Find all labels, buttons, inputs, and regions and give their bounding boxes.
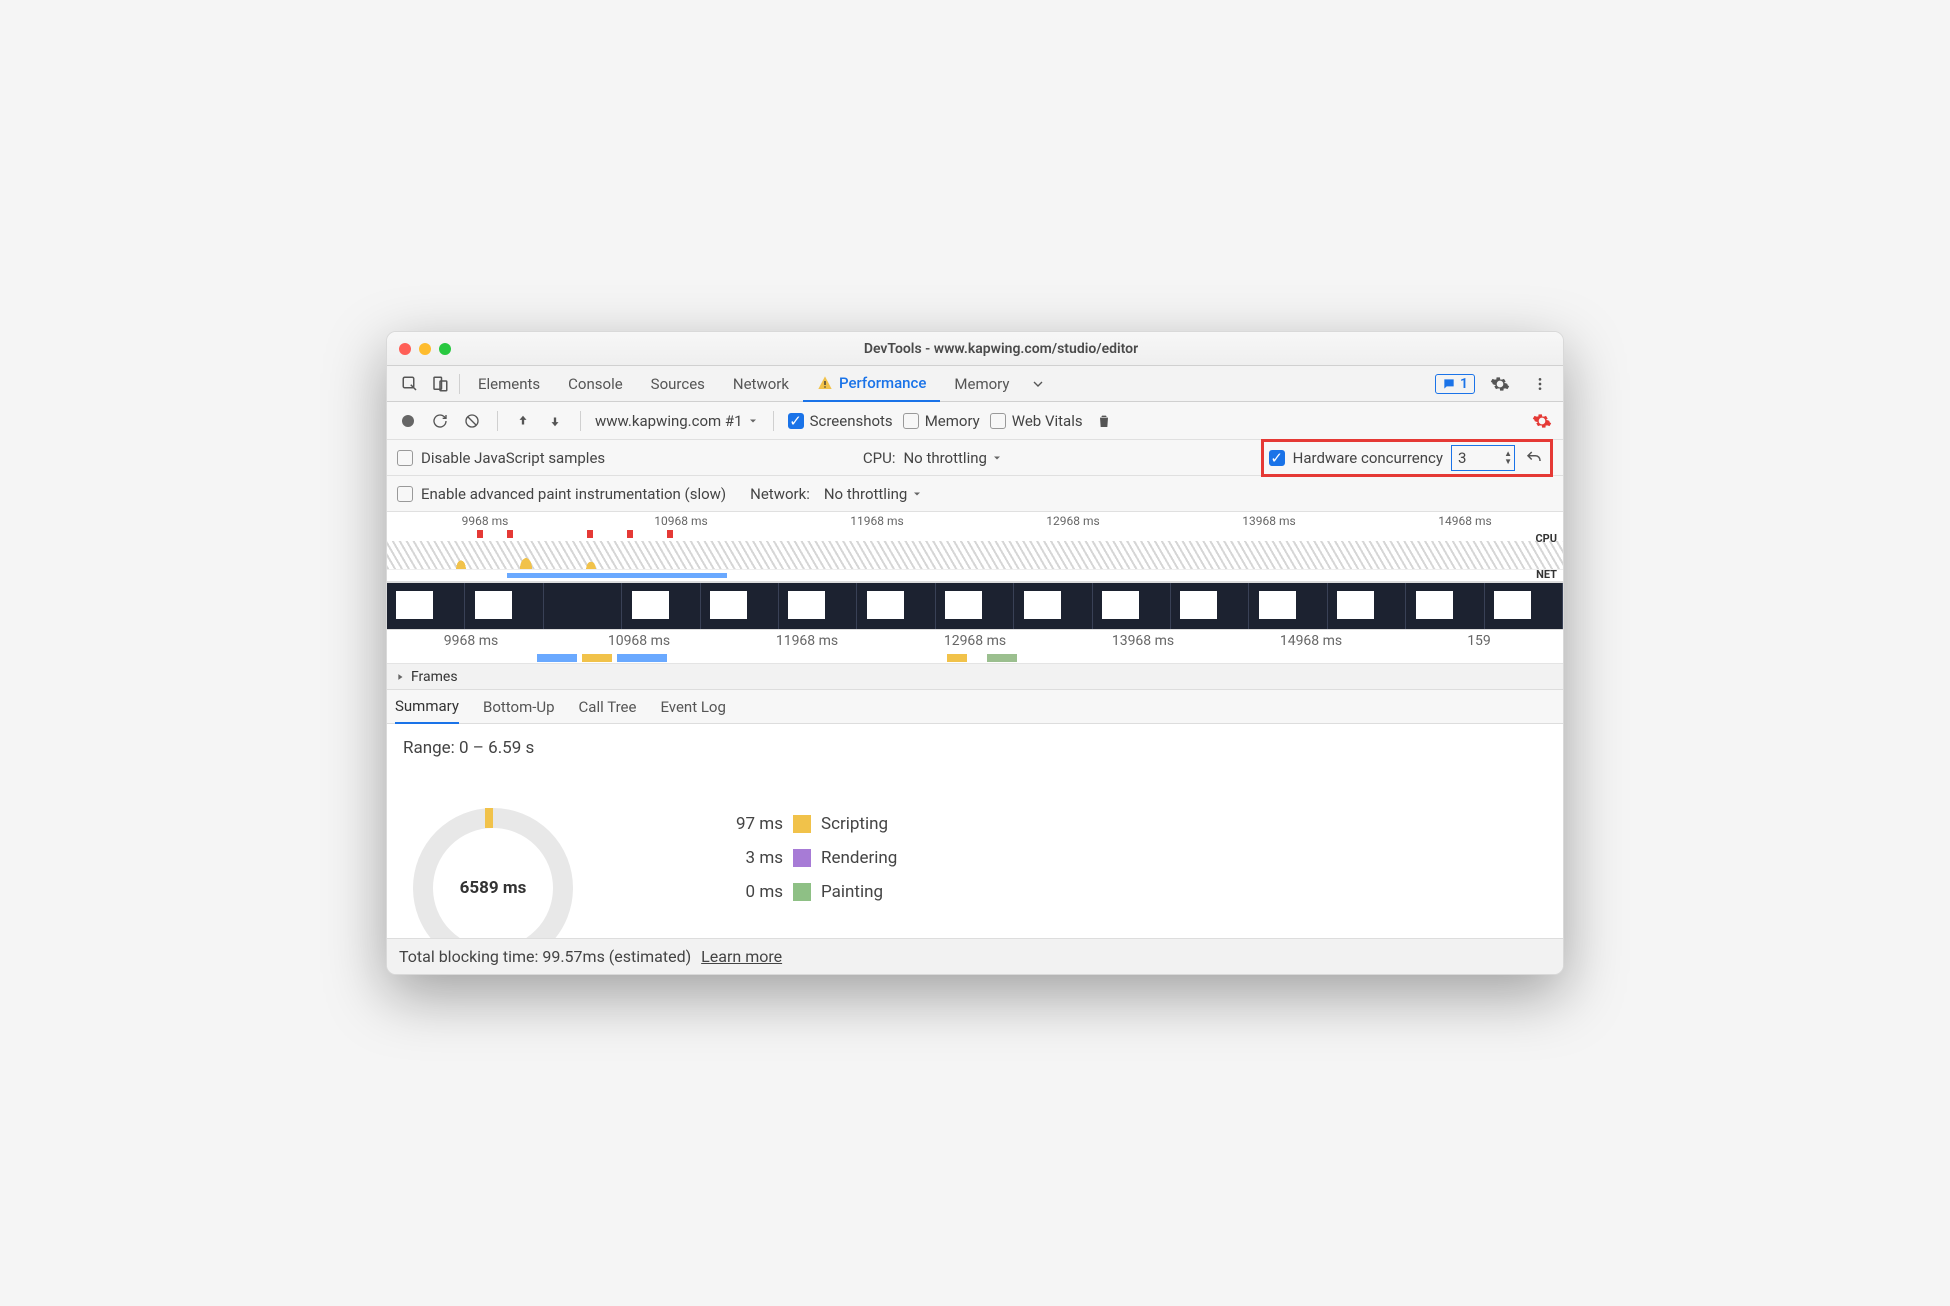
settings-icon[interactable] bbox=[1485, 369, 1515, 399]
net-overview-strip: NET bbox=[387, 570, 1563, 582]
webvitals-toggle[interactable]: Web Vitals bbox=[990, 412, 1083, 430]
target-select[interactable]: www.kapwing.com #1 bbox=[595, 412, 759, 430]
checkbox-off-icon bbox=[397, 486, 413, 502]
dropdown-icon bbox=[991, 452, 1003, 464]
details-subtabs: Summary Bottom-Up Call Tree Event Log bbox=[387, 690, 1563, 724]
hw-concurrency-checkbox[interactable]: ✓ bbox=[1269, 450, 1285, 466]
reload-record-button[interactable] bbox=[429, 410, 451, 432]
legend-painting: 0 msPainting bbox=[723, 875, 897, 909]
summary-legend: 97 msScripting 3 msRendering 0 msPaintin… bbox=[723, 807, 897, 909]
tab-console[interactable]: Console bbox=[554, 366, 637, 402]
devtools-window: DevTools - www.kapwing.com/studio/editor… bbox=[386, 331, 1564, 975]
chat-icon bbox=[1442, 377, 1456, 391]
device-toggle-icon[interactable] bbox=[425, 369, 455, 399]
range-text: Range: 0 – 6.59 s bbox=[403, 738, 1547, 758]
tab-performance[interactable]: Performance bbox=[803, 366, 940, 402]
perf-options-row-2: Enable advanced paint instrumentation (s… bbox=[387, 476, 1563, 512]
cpu-label: CPU: bbox=[863, 449, 896, 467]
footer-bar: Total blocking time: 99.57ms (estimated)… bbox=[387, 938, 1563, 974]
summary-donut-chart: 6589 ms bbox=[403, 778, 603, 938]
screenshots-toggle[interactable]: ✓Screenshots bbox=[788, 412, 893, 430]
kebab-menu-icon[interactable] bbox=[1525, 369, 1555, 399]
tab-sources[interactable]: Sources bbox=[637, 366, 719, 402]
tab-network[interactable]: Network bbox=[719, 366, 803, 402]
tab-memory[interactable]: Memory bbox=[940, 366, 1023, 402]
summary-panel: Range: 0 – 6.59 s 6589 ms 97 msScripting… bbox=[387, 724, 1563, 938]
dropdown-icon bbox=[747, 415, 759, 427]
checkbox-off-icon bbox=[903, 413, 919, 429]
main-tabs: Elements Console Sources Network Perform… bbox=[387, 366, 1563, 402]
dropdown-icon bbox=[911, 488, 923, 500]
hw-concurrency-input[interactable]: 3 ▲▼ bbox=[1451, 445, 1515, 471]
titlebar: DevTools - www.kapwing.com/studio/editor bbox=[387, 332, 1563, 366]
cpu-overview-strip: CPU bbox=[387, 530, 1563, 570]
stepper-icon[interactable]: ▲▼ bbox=[1504, 450, 1512, 466]
network-label: Network: bbox=[750, 485, 810, 503]
network-throttle-select[interactable]: No throttling bbox=[824, 485, 923, 503]
perf-options-row-1: Disable JavaScript samples CPU: No throt… bbox=[387, 440, 1563, 476]
cpu-strip-label: CPU bbox=[1535, 532, 1557, 545]
hw-concurrency-label: Hardware concurrency bbox=[1293, 449, 1443, 467]
inspect-element-icon[interactable] bbox=[395, 369, 425, 399]
tab-elements[interactable]: Elements bbox=[464, 366, 554, 402]
separator bbox=[459, 374, 460, 394]
save-profile-icon[interactable] bbox=[544, 410, 566, 432]
net-strip-label: NET bbox=[1536, 568, 1557, 581]
hardware-concurrency-group: ✓ Hardware concurrency 3 ▲▼ bbox=[1261, 439, 1553, 477]
screenshot-filmstrip[interactable] bbox=[387, 582, 1563, 630]
time-axis-detail: 9968 ms10968 ms11968 ms12968 ms13968 ms1… bbox=[387, 630, 1563, 652]
learn-more-link[interactable]: Learn more bbox=[701, 947, 782, 966]
checkbox-off-icon bbox=[990, 413, 1006, 429]
record-button[interactable] bbox=[397, 410, 419, 432]
flamechart-mini[interactable] bbox=[387, 652, 1563, 664]
time-axis: 9968 ms10968 ms11968 ms12968 ms13968 ms1… bbox=[387, 512, 1563, 530]
disclosure-triangle-icon bbox=[395, 672, 405, 682]
close-window-button[interactable] bbox=[399, 343, 411, 355]
perf-toolbar: www.kapwing.com #1 ✓Screenshots Memory W… bbox=[387, 402, 1563, 440]
warning-icon bbox=[817, 375, 833, 391]
subtab-call-tree[interactable]: Call Tree bbox=[579, 690, 637, 724]
more-tabs-button[interactable] bbox=[1023, 369, 1053, 399]
subtab-summary[interactable]: Summary bbox=[395, 690, 459, 724]
disable-js-samples-toggle[interactable]: Disable JavaScript samples bbox=[397, 449, 605, 467]
timeline-overview[interactable]: 9968 ms10968 ms11968 ms12968 ms13968 ms1… bbox=[387, 512, 1563, 664]
trash-icon[interactable] bbox=[1093, 410, 1115, 432]
paint-instrumentation-toggle[interactable]: Enable advanced paint instrumentation (s… bbox=[397, 485, 726, 503]
tbt-text: Total blocking time: 99.57ms (estimated) bbox=[399, 947, 691, 966]
donut-center-value: 6589 ms bbox=[413, 808, 573, 938]
memory-toggle[interactable]: Memory bbox=[903, 412, 980, 430]
window-title: DevTools - www.kapwing.com/studio/editor bbox=[451, 341, 1551, 357]
checkbox-on-icon: ✓ bbox=[788, 413, 804, 429]
capture-settings-icon[interactable] bbox=[1531, 410, 1553, 432]
legend-scripting: 97 msScripting bbox=[723, 807, 897, 841]
clear-button[interactable] bbox=[461, 410, 483, 432]
subtab-event-log[interactable]: Event Log bbox=[660, 690, 725, 724]
cpu-throttle-select[interactable]: No throttling bbox=[903, 449, 1002, 467]
undo-icon[interactable] bbox=[1523, 447, 1545, 469]
window-controls bbox=[399, 343, 451, 355]
issues-badge[interactable]: 1 bbox=[1435, 374, 1475, 394]
zoom-window-button[interactable] bbox=[439, 343, 451, 355]
frames-section-header[interactable]: Frames bbox=[387, 664, 1563, 690]
legend-rendering: 3 msRendering bbox=[723, 841, 897, 875]
checkbox-off-icon bbox=[397, 450, 413, 466]
subtab-bottom-up[interactable]: Bottom-Up bbox=[483, 690, 555, 724]
load-profile-icon[interactable] bbox=[512, 410, 534, 432]
minimize-window-button[interactable] bbox=[419, 343, 431, 355]
